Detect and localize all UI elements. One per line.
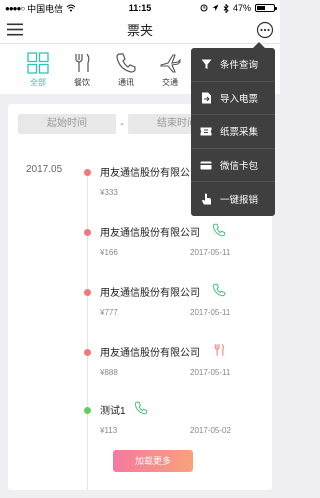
menu-item-label: 微信卡包 (220, 161, 259, 173)
page-title: 票夹 (126, 23, 153, 38)
signal-icon: ●●●●○ (5, 3, 25, 13)
start-date-input[interactable]: 起始时间 (18, 114, 116, 134)
battery-icon (255, 4, 277, 12)
entry-company: 测试1 (100, 406, 126, 417)
entry-date: 2017-05-02 (190, 426, 231, 435)
fork-knife-icon (214, 343, 224, 356)
timeline-dot (84, 289, 91, 296)
location-icon (212, 4, 219, 11)
entry-date: 2017-05-11 (190, 308, 231, 317)
tab-transport[interactable]: 交通 (158, 52, 182, 88)
phone-icon (134, 401, 148, 415)
tap-icon (200, 193, 212, 205)
more-button[interactable] (256, 21, 274, 39)
timeline-dot (84, 407, 91, 414)
tab-transport-label: 交通 (162, 78, 178, 87)
menu-item-condition-query[interactable]: 条件查询 (191, 48, 275, 82)
menu-hamburger-button[interactable] (6, 21, 24, 39)
entry-company: 用友通信股份有限公司 (100, 288, 200, 299)
entry-company: 用友通信股份有限公司 (100, 168, 200, 179)
load-more-button[interactable]: 加载更多 (113, 450, 193, 472)
alarm-icon (200, 4, 208, 12)
tab-telecom[interactable]: 通讯 (114, 52, 138, 88)
timeline-dot (84, 349, 91, 356)
timeline-dot (84, 229, 91, 236)
entry-amount: ¥333 (100, 188, 118, 197)
entry-amount: ¥113 (100, 426, 118, 435)
grid-icon (27, 52, 49, 74)
filter-icon (200, 58, 212, 70)
invoice-entry[interactable]: 测试1 ¥113 2017-05-02 (8, 401, 272, 452)
bluetooth-icon (223, 3, 229, 13)
battery-percent: 47% (232, 3, 251, 13)
menu-item-paper-collect[interactable]: 纸票采集 (191, 115, 275, 149)
carrier-name: 中国电信 (27, 3, 64, 14)
entry-company: 用友通信股份有限公司 (100, 228, 200, 239)
import-doc-icon (200, 92, 212, 104)
menu-item-label: 条件查询 (220, 60, 259, 72)
phone-icon (212, 283, 226, 297)
menu-item-label: 一键报销 (220, 195, 259, 207)
tab-dining[interactable]: 餐饮 (70, 52, 94, 88)
menu-item-label: 导入电票 (220, 93, 259, 105)
invoice-entry[interactable]: 用友通信股份有限公司 ¥888 2017-05-11 (8, 343, 272, 394)
nav-bar: 票夹 (0, 16, 280, 44)
timeline-dot (84, 169, 91, 176)
tab-dining-label: 餐饮 (74, 78, 90, 87)
entry-company: 用友通信股份有限公司 (100, 348, 200, 359)
phone-icon (212, 223, 226, 237)
entry-date: 2017-05-11 (190, 248, 231, 257)
airplane-icon (160, 54, 181, 73)
tab-all[interactable]: 全部 (26, 52, 50, 88)
invoice-entry[interactable]: 用友通信股份有限公司 ¥166 2017-05-11 (8, 223, 272, 274)
hamburger-icon (7, 23, 23, 36)
phone-icon (116, 53, 136, 73)
card-icon (200, 159, 212, 171)
menu-item-wechat-cards[interactable]: 微信卡包 (191, 149, 275, 183)
wifi-icon (66, 4, 76, 12)
entry-amount: ¥777 (100, 308, 118, 317)
tab-telecom-label: 通讯 (118, 78, 134, 87)
menu-item-one-click-reimburse[interactable]: 一键报销 (191, 182, 275, 216)
entry-amount: ¥888 (100, 368, 118, 377)
date-separator: - (120, 118, 124, 130)
menu-item-import-einvoice[interactable]: 导入电票 (191, 82, 275, 116)
tab-all-label: 全部 (30, 78, 46, 87)
invoice-entry[interactable]: 用友通信股份有限公司 ¥777 2017-05-11 (8, 283, 272, 334)
menu-item-label: 纸票采集 (220, 127, 259, 139)
more-dots-icon (256, 21, 274, 38)
entry-amount: ¥166 (100, 248, 118, 257)
status-bar: ●●●●○ 中国电信 11:15 47% (0, 0, 280, 16)
entry-date: 2017-05-11 (190, 368, 231, 377)
ticket-icon (200, 125, 212, 137)
fork-knife-icon (75, 53, 90, 72)
dropdown-menu: 条件查询 导入电票 纸票采集 微信卡包 一键报销 (191, 42, 275, 216)
